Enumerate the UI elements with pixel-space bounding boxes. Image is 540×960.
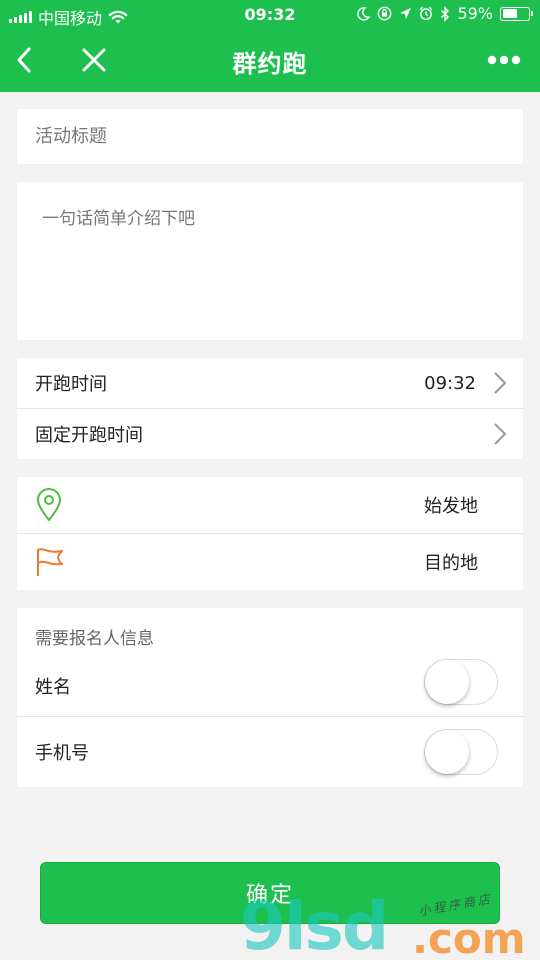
- info-section-title: 需要报名人信息: [35, 629, 154, 649]
- fixed-start-time-label: 固定开跑时间: [35, 424, 143, 446]
- alarm-icon: [420, 6, 433, 21]
- destination-label: 目的地: [424, 552, 478, 574]
- registrant-info-card: 需要报名人信息 姓名 手机号: [17, 608, 523, 787]
- toggle-knob: [425, 660, 469, 704]
- moon-icon: [357, 6, 371, 21]
- activity-title-input[interactable]: [17, 109, 523, 164]
- status-bar-right: 59%: [357, 4, 533, 23]
- phone-toggle[interactable]: [424, 729, 498, 775]
- origin-label: 始发地: [424, 496, 478, 517]
- location-card: 始发地 目的地: [17, 477, 523, 590]
- toggle-knob: [425, 730, 469, 774]
- bluetooth-icon: [441, 5, 450, 22]
- battery-level-fill: [502, 9, 518, 18]
- more-dots-icon: [487, 55, 521, 65]
- battery-percent: 59%: [457, 4, 493, 23]
- flag-icon: [37, 547, 63, 576]
- fixed-start-time-row[interactable]: 固定开跑时间: [17, 408, 523, 459]
- location-pin-icon: [36, 488, 62, 522]
- name-toggle[interactable]: [424, 659, 498, 705]
- start-time-value: 09:32: [424, 372, 476, 394]
- status-bar: 中国移动 09:32 59%: [0, 0, 540, 30]
- activity-intro-card: [17, 182, 523, 340]
- origin-row[interactable]: 始发地: [17, 477, 523, 533]
- name-label: 姓名: [35, 677, 71, 698]
- rotation-lock-icon: [378, 6, 392, 21]
- location-arrow-icon: [400, 8, 412, 19]
- start-time-label: 开跑时间: [35, 374, 107, 395]
- chevron-right-icon: [494, 372, 507, 394]
- start-time-row[interactable]: 开跑时间 09:32: [17, 358, 523, 408]
- app-header: 中国移动 09:32 59% 群约跑: [0, 0, 540, 92]
- phone-label: 手机号: [35, 743, 89, 764]
- time-card: 开跑时间 09:32 固定开跑时间: [17, 358, 523, 459]
- battery-icon: [500, 6, 533, 21]
- activity-title-card: [17, 109, 523, 164]
- nav-bar: 群约跑: [0, 30, 540, 92]
- page-title: 群约跑: [232, 50, 308, 78]
- activity-intro-textarea[interactable]: [17, 182, 523, 340]
- chevron-right-icon: [494, 422, 507, 445]
- confirm-button[interactable]: 确定: [40, 862, 500, 924]
- destination-row[interactable]: 目的地: [17, 533, 523, 590]
- more-button[interactable]: [484, 40, 524, 80]
